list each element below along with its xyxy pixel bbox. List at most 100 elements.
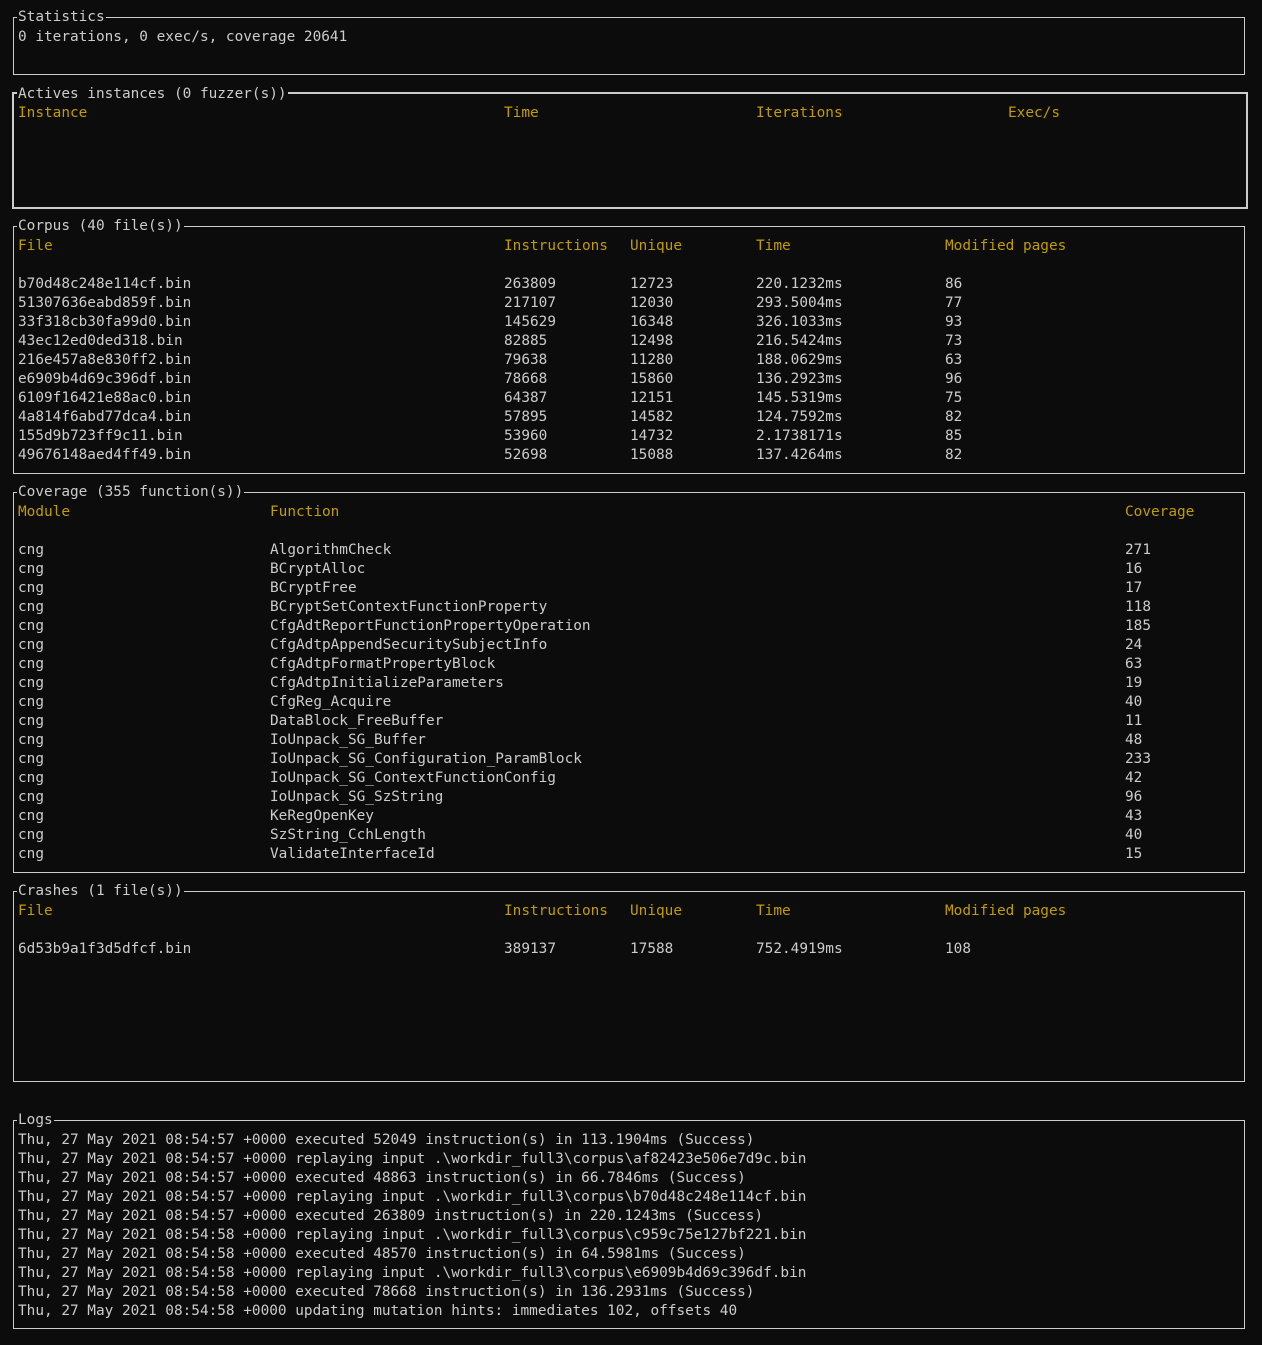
logs-title: Logs [17,1111,54,1130]
unique-value: 17588 [630,941,674,957]
function-name: CfgAdtpFormatPropertyBlock [270,656,496,672]
coverage-value: 63 [1125,656,1143,672]
unique-value: 12151 [630,390,674,406]
instructions-value: 79638 [504,352,548,368]
coverage-value: 118 [1125,599,1151,615]
function-name: IoUnpack_SG_Buffer [270,732,426,748]
modified-pages-value: 86 [945,276,963,292]
log-line: Thu, 27 May 2021 08:54:57 +0000 executed… [18,1132,755,1148]
header-time: Time [756,238,791,254]
module-name: cng [18,713,44,729]
module-name: cng [18,561,44,577]
module-name: cng [18,599,44,615]
instructions-value: 263809 [504,276,556,292]
header-modified-pages: Modified pages [945,238,1067,254]
coverage-panel: Coverage (355 function(s)) Module Functi… [13,483,1245,873]
modified-pages-value: 77 [945,295,963,311]
unique-value: 16348 [630,314,674,330]
header-exec-per-sec: Exec/s [1008,105,1060,121]
header-unique: Unique [630,238,682,254]
coverage-value: 42 [1125,770,1143,786]
file-name: 4a814f6abd77dca4.bin [18,409,192,425]
module-name: cng [18,770,44,786]
unique-value: 14732 [630,428,674,444]
modified-pages-value: 82 [945,447,963,463]
instructions-value: 53960 [504,428,548,444]
instructions-value: 389137 [504,941,556,957]
crashes-header-row: File Instructions Unique Time Modified p… [18,902,1066,921]
module-name: cng [18,732,44,748]
function-name: CfgAdtpInitializeParameters [270,675,504,691]
file-name: e6909b4d69c396df.bin [18,371,192,387]
log-line: Thu, 27 May 2021 08:54:58 +0000 executed… [18,1246,746,1262]
statistics-text: 0 iterations, 0 exec/s, coverage 20641 [18,29,348,45]
statistics-title: Statistics [17,8,106,27]
crashes-title: Crashes (1 file(s)) [17,882,184,901]
unique-value: 12723 [630,276,674,292]
instructions-value: 52698 [504,447,548,463]
function-name: SzString_CchLength [270,827,426,843]
log-line: Thu, 27 May 2021 08:54:57 +0000 replayin… [18,1189,807,1205]
coverage-value: 96 [1125,789,1143,805]
corpus-panel: Corpus (40 file(s)) File Instructions Un… [13,217,1245,474]
coverage-value: 17 [1125,580,1143,596]
function-name: BCryptAlloc [270,561,366,577]
instructions-value: 57895 [504,409,548,425]
log-line: Thu, 27 May 2021 08:54:58 +0000 updating… [18,1303,738,1319]
file-name: 6109f16421e88ac0.bin [18,390,192,406]
unique-value: 11280 [630,352,674,368]
statistics-panel: Statistics 0 iterations, 0 exec/s, cover… [13,8,1245,75]
unique-value: 12030 [630,295,674,311]
crashes-panel: Crashes (1 file(s)) File Instructions Un… [13,882,1245,1082]
coverage-value: 15 [1125,846,1143,862]
unique-value: 12498 [630,333,674,349]
modified-pages-value: 96 [945,371,963,387]
actives-title: Actives instances (0 fuzzer(s)) [17,85,288,104]
coverage-value: 11 [1125,713,1143,729]
modified-pages-value: 75 [945,390,963,406]
instructions-value: 78668 [504,371,548,387]
log-line: Thu, 27 May 2021 08:54:58 +0000 replayin… [18,1265,807,1281]
time-value: 293.5004ms [756,295,843,311]
log-line: Thu, 27 May 2021 08:54:57 +0000 replayin… [18,1151,807,1167]
function-name: AlgorithmCheck [270,542,392,558]
function-name: CfgReg_Acquire [270,694,392,710]
coverage-value: 40 [1125,827,1143,843]
header-instance: Instance [18,105,88,121]
time-value: 137.4264ms [756,447,843,463]
header-time: Time [504,105,539,121]
time-value: 752.4919ms [756,941,843,957]
header-unique: Unique [630,903,682,919]
time-value: 326.1033ms [756,314,843,330]
module-name: cng [18,580,44,596]
header-time: Time [756,903,791,919]
module-name: cng [18,694,44,710]
file-name: 216e457a8e830ff2.bin [18,352,192,368]
function-name: BCryptFree [270,580,357,596]
function-name: DataBlock_FreeBuffer [270,713,444,729]
log-line: Thu, 27 May 2021 08:54:57 +0000 executed… [18,1170,746,1186]
unique-value: 15088 [630,447,674,463]
log-line: Thu, 27 May 2021 08:54:58 +0000 executed… [18,1284,755,1300]
time-value: 124.7592ms [756,409,843,425]
header-instructions: Instructions [504,238,608,254]
module-name: cng [18,675,44,691]
modified-pages-value: 85 [945,428,963,444]
file-name: 155d9b723ff9c11.bin [18,428,183,444]
function-name: CfgAdtpAppendSecuritySubjectInfo [270,637,548,653]
function-name: ValidateInterfaceId [270,846,435,862]
modified-pages-value: 63 [945,352,963,368]
header-function: Function [270,504,340,520]
coverage-value: 233 [1125,751,1151,767]
file-name: 33f318cb30fa99d0.bin [18,314,192,330]
module-name: cng [18,637,44,653]
time-value: 188.0629ms [756,352,843,368]
actives-header-row: Instance Time Iterations Exec/s [18,104,1060,123]
header-modified-pages: Modified pages [945,903,1067,919]
instructions-value: 64387 [504,390,548,406]
file-name: b70d48c248e114cf.bin [18,276,192,292]
module-name: cng [18,827,44,843]
file-name: 43ec12ed0ded318.bin [18,333,183,349]
corpus-title: Corpus (40 file(s)) [17,217,184,236]
header-file: File [18,238,53,254]
